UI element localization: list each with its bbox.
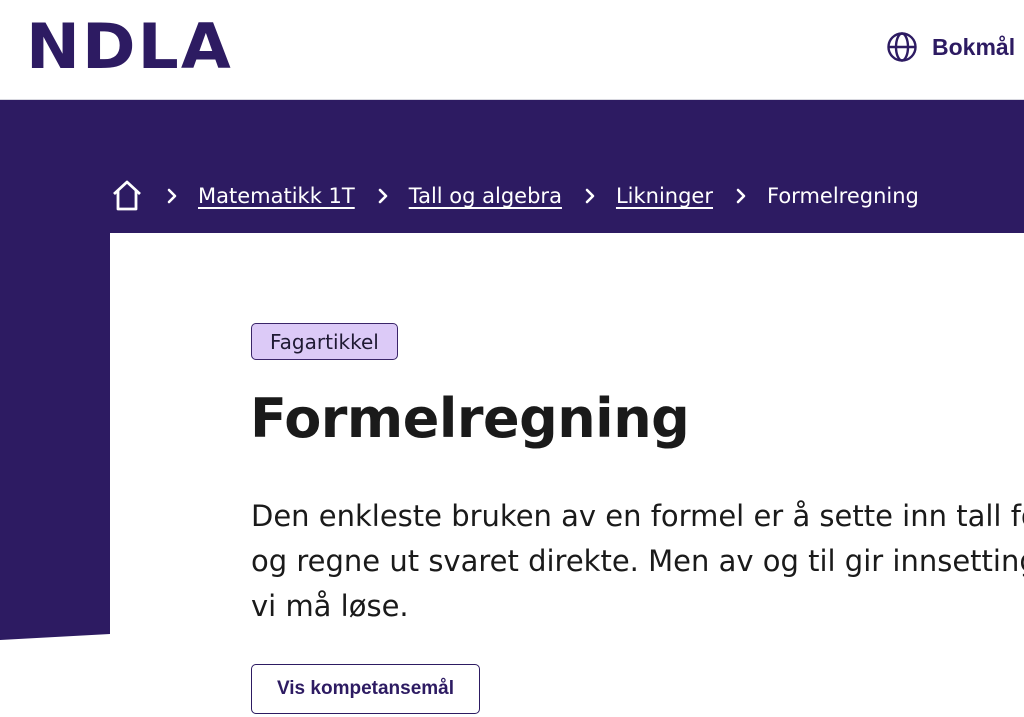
site-header: NDLA Bokmål bbox=[0, 0, 1024, 100]
ingress-line: vi må løse. bbox=[251, 589, 409, 623]
globe-icon bbox=[886, 31, 918, 63]
chevron-right-icon bbox=[584, 187, 596, 205]
ndla-logo[interactable]: NDLA bbox=[26, 14, 233, 80]
breadcrumb-link-likninger[interactable]: Likninger bbox=[616, 184, 713, 208]
breadcrumb: Matematikk 1T Tall og algebra Likninger … bbox=[110, 176, 919, 216]
breadcrumb-link-matematikk[interactable]: Matematikk 1T bbox=[198, 184, 355, 208]
breadcrumb-current: Formelregning bbox=[767, 184, 919, 208]
chevron-right-icon bbox=[377, 187, 389, 205]
article-type-badge: Fagartikkel bbox=[251, 323, 398, 360]
ingress-line: Den enkleste bruken av en formel er å se… bbox=[251, 499, 1024, 533]
chevron-right-icon bbox=[735, 187, 747, 205]
article-ingress: Den enkleste bruken av en formel er å se… bbox=[251, 494, 1024, 634]
home-icon[interactable] bbox=[110, 179, 144, 213]
language-switcher[interactable]: Bokmål bbox=[886, 30, 1015, 64]
breadcrumb-link-tall-og-algebra[interactable]: Tall og algebra bbox=[409, 184, 562, 208]
show-competence-goals-button[interactable]: Vis kompetansemål bbox=[251, 664, 480, 714]
page-title: Formelregning bbox=[250, 387, 690, 450]
article-container bbox=[110, 233, 1024, 717]
language-label: Bokmål bbox=[932, 33, 1016, 60]
ingress-line: og regne ut svaret direkte. Men av og ti… bbox=[251, 544, 1024, 578]
chevron-right-icon bbox=[166, 187, 178, 205]
